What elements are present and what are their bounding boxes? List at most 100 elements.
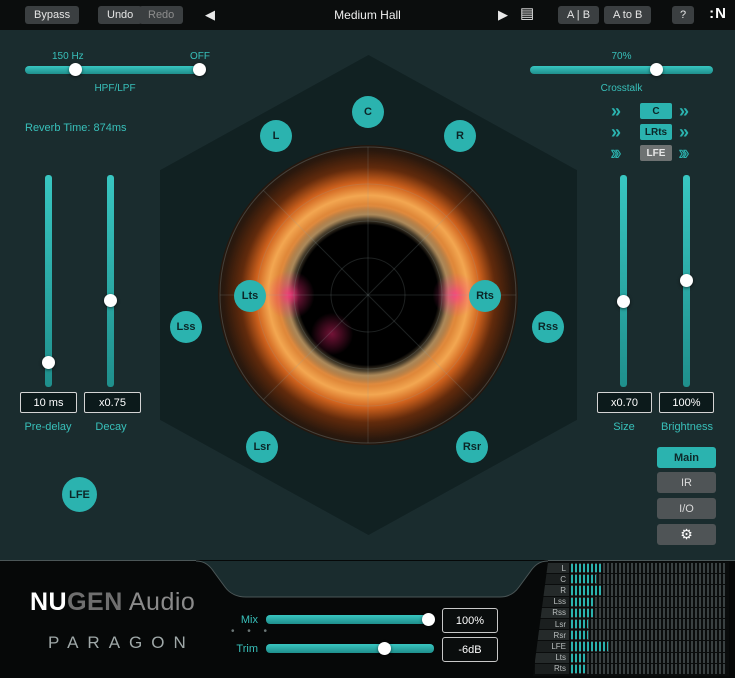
decay-value[interactable]: x0.75 xyxy=(84,392,141,413)
routing-in-chevron-lfe[interactable]: » xyxy=(611,145,621,161)
lpf-handle[interactable] xyxy=(193,63,206,76)
meter-fill xyxy=(571,564,602,572)
brand-logo: NUGEN Audio xyxy=(30,588,195,617)
next-preset-icon[interactable]: ▶ xyxy=(498,7,508,23)
reverb-time-readout: Reverb Time: 874ms xyxy=(25,122,126,134)
ir-tab-button[interactable]: IR xyxy=(657,472,716,493)
meter-label: Lts xyxy=(535,653,569,663)
prev-preset-icon[interactable]: ◀ xyxy=(205,7,215,23)
meter-track xyxy=(571,630,727,640)
product-name: PARAGON xyxy=(48,633,195,653)
routing-out-chevron-c[interactable]: » xyxy=(679,103,689,119)
channel-node-c[interactable]: C xyxy=(352,96,384,128)
crosstalk-slider[interactable] xyxy=(530,66,713,74)
titlebar: Bypass Undo Redo ◀ Medium Hall ▶ ▤ A | B… xyxy=(0,0,735,30)
brightness-fader[interactable] xyxy=(683,175,690,387)
brand-audio: Audio xyxy=(123,588,196,616)
channel-node-r[interactable]: R xyxy=(444,120,476,152)
predelay-handle[interactable] xyxy=(42,356,55,369)
channel-node-lss[interactable]: Lss xyxy=(170,311,202,343)
channel-node-lfe[interactable]: LFE xyxy=(62,477,97,512)
hpf-value-label: 150 Hz xyxy=(52,51,84,62)
mix-label: Mix xyxy=(218,614,258,626)
page-dots[interactable]: • • • xyxy=(231,626,272,637)
predelay-fader[interactable] xyxy=(45,175,52,387)
routing-button-lfe[interactable]: LFE xyxy=(640,145,672,161)
meter-row: Rsr xyxy=(535,630,727,640)
routing-button-c[interactable]: C xyxy=(640,103,672,119)
help-button[interactable]: ? xyxy=(672,6,694,24)
brand-gen: GEN xyxy=(67,588,123,616)
trim-value[interactable]: -6dB xyxy=(442,637,498,662)
mix-value[interactable]: 100% xyxy=(442,608,498,633)
meter-label: Rsr xyxy=(535,630,569,640)
routing-button-lrts[interactable]: LRts xyxy=(640,124,672,140)
preset-list-icon[interactable]: ▤ xyxy=(520,6,534,22)
brightness-handle[interactable] xyxy=(680,274,693,287)
channel-node-rss[interactable]: Rss xyxy=(532,311,564,343)
meter-fill xyxy=(571,631,588,639)
main-tab-button[interactable]: Main xyxy=(657,447,716,468)
gear-icon: ⚙ xyxy=(680,526,693,543)
meter-track xyxy=(571,619,727,629)
channel-node-lsr[interactable]: Lsr xyxy=(246,431,278,463)
meter-track xyxy=(571,641,727,651)
meter-track xyxy=(571,563,727,573)
undo-button[interactable]: Undo xyxy=(98,6,142,24)
meter-track xyxy=(571,664,727,674)
meter-fill xyxy=(571,609,593,617)
meter-row: C xyxy=(535,574,727,584)
nugen-logo: :N xyxy=(709,5,727,22)
decay-label: Decay xyxy=(69,421,153,433)
ab-toggle-button[interactable]: A | B xyxy=(558,6,599,24)
settings-gear-button[interactable]: ⚙ xyxy=(657,524,716,545)
meter-fill xyxy=(571,642,608,650)
redo-button[interactable]: Redo xyxy=(139,6,183,24)
trim-handle[interactable] xyxy=(378,642,391,655)
routing-in-chevron-lrts[interactable]: » xyxy=(611,124,621,140)
hpf-lpf-label: HPF/LPF xyxy=(25,83,205,94)
routing-out-chevron-lrts[interactable]: » xyxy=(679,124,689,140)
mix-slider[interactable] xyxy=(266,615,434,624)
meter-label: Rts xyxy=(535,664,569,674)
meter-fill xyxy=(571,665,585,673)
size-value[interactable]: x0.70 xyxy=(597,392,652,413)
crosstalk-handle[interactable] xyxy=(650,63,663,76)
trim-label: Trim xyxy=(218,643,258,655)
channel-node-lts[interactable]: Lts xyxy=(234,280,266,312)
trim-slider[interactable] xyxy=(266,644,434,653)
preset-name[interactable]: Medium Hall xyxy=(334,8,401,22)
channel-node-l[interactable]: L xyxy=(260,120,292,152)
a-to-b-button[interactable]: A to B xyxy=(604,6,651,24)
mix-handle[interactable] xyxy=(422,613,435,626)
io-tab-button[interactable]: I/O xyxy=(657,498,716,519)
meter-fill xyxy=(571,598,593,606)
meter-row: L xyxy=(535,563,727,573)
routing-in-chevron-c[interactable]: » xyxy=(611,103,621,119)
meter-row: Lts xyxy=(535,653,727,663)
brightness-value[interactable]: 100% xyxy=(659,392,714,413)
hpf-lpf-slider[interactable] xyxy=(25,66,205,74)
decay-handle[interactable] xyxy=(104,294,117,307)
predelay-value[interactable]: 10 ms xyxy=(20,392,77,413)
lpf-value-label: OFF xyxy=(190,51,210,62)
meter-fill xyxy=(571,586,602,594)
hpf-handle[interactable] xyxy=(69,63,82,76)
meter-label: LFE xyxy=(535,641,569,651)
decay-fader[interactable] xyxy=(107,175,114,387)
bypass-button[interactable]: Bypass xyxy=(25,6,79,24)
meter-row: Lsr xyxy=(535,619,727,629)
channel-node-rsr[interactable]: Rsr xyxy=(456,431,488,463)
size-fader[interactable] xyxy=(620,175,627,387)
meter-row: Rts xyxy=(535,664,727,674)
routing-out-chevron-lfe[interactable]: » xyxy=(679,145,689,161)
size-handle[interactable] xyxy=(617,295,630,308)
meter-fill xyxy=(571,620,588,628)
meter-track xyxy=(571,608,727,618)
brand-nu: NU xyxy=(30,588,67,616)
meter-row: Lss xyxy=(535,597,727,607)
meter-row: Rss xyxy=(535,608,727,618)
channel-node-rts[interactable]: Rts xyxy=(469,280,501,312)
meter-fill xyxy=(571,575,596,583)
meter-track xyxy=(571,597,727,607)
